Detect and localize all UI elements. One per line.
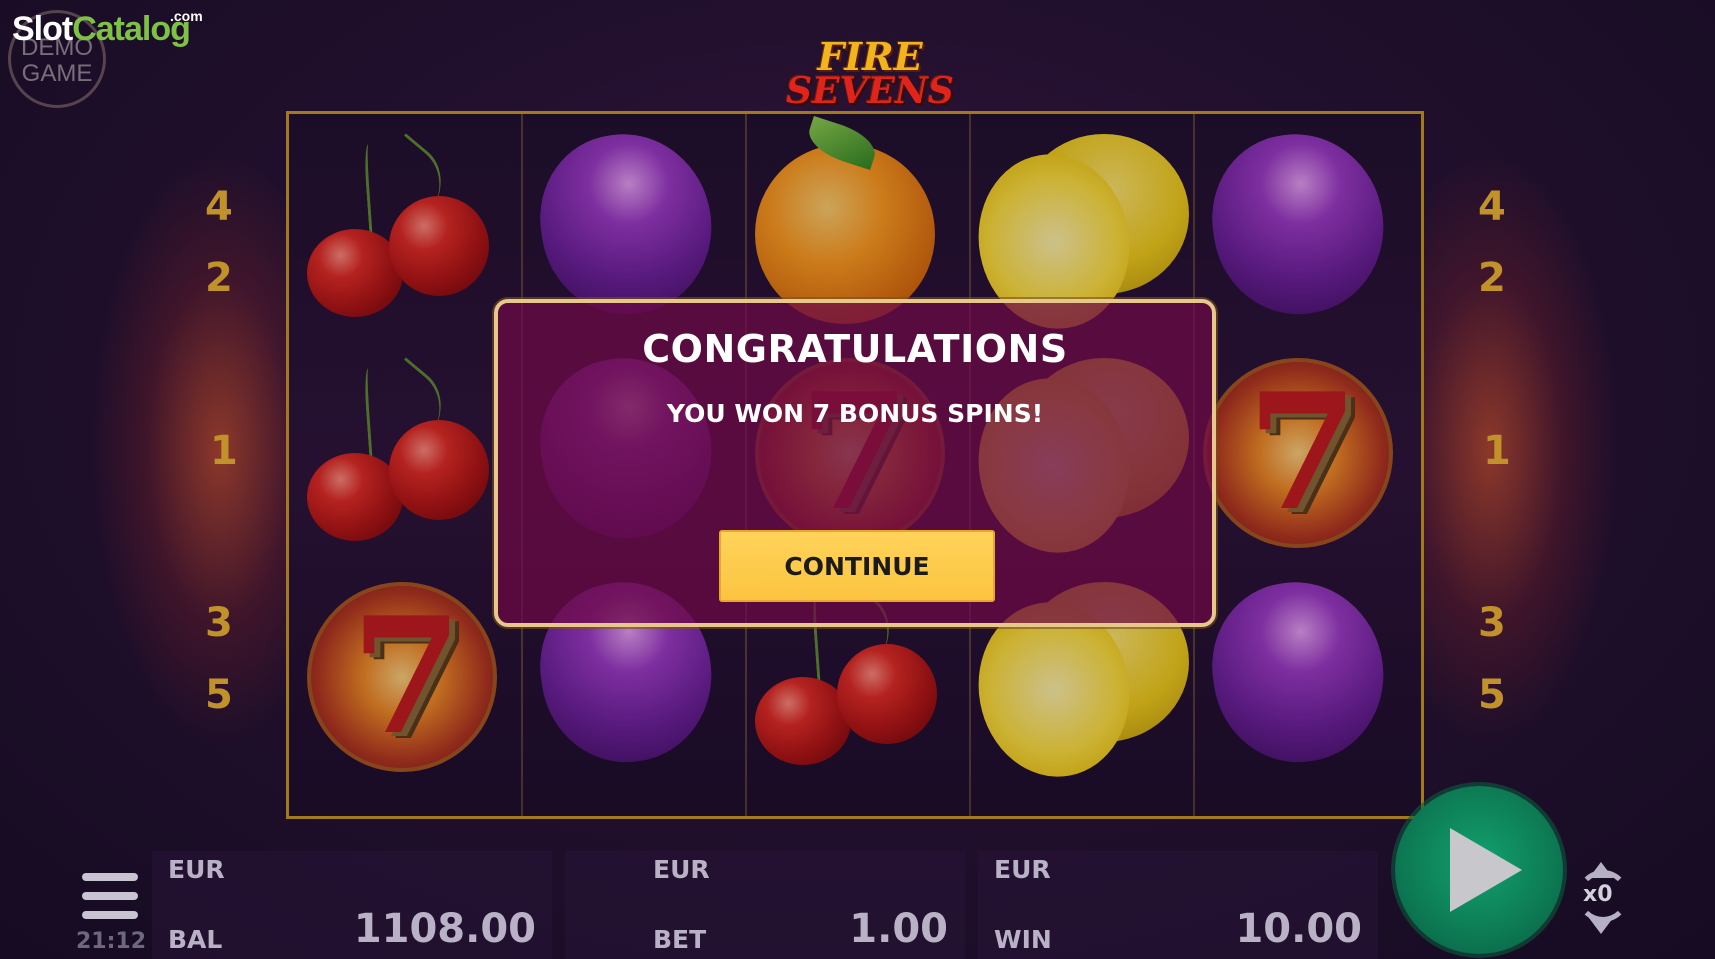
- payline-left-4: 4: [205, 184, 233, 230]
- bet-label[interactable]: BET: [653, 925, 706, 954]
- watermark-slot: Slot: [12, 10, 73, 48]
- game-logo: FIRE SEVENS: [770, 34, 970, 112]
- balance-currency: EUR: [168, 855, 225, 884]
- menu-icon-bar: [82, 873, 138, 881]
- payline-left-3: 3: [205, 600, 233, 646]
- bet-currency: EUR: [653, 855, 710, 884]
- logo-fire: FIRE: [817, 34, 923, 79]
- bonus-win-dialog: CONGRATULATIONS YOU WON 7 BONUS SPINS! C…: [494, 299, 1216, 627]
- dialog-title: CONGRATULATIONS: [642, 327, 1068, 371]
- menu-button[interactable]: [82, 873, 138, 919]
- plum-icon: [1201, 123, 1395, 325]
- dialog-message: YOU WON 7 BONUS SPINS!: [666, 399, 1044, 428]
- plum-icon: [1201, 571, 1395, 773]
- bet-value[interactable]: 1.00: [790, 906, 948, 952]
- balance-label: BAL: [168, 925, 223, 954]
- payline-right-1: 1: [1483, 428, 1511, 474]
- seven-icon: 7: [307, 582, 497, 772]
- continue-button[interactable]: CONTINUE: [719, 530, 995, 602]
- autoplay-arrow-down-icon: [1589, 918, 1613, 934]
- slotcatalog-watermark: SlotCatalog .com: [12, 8, 203, 49]
- win-currency: EUR: [994, 855, 1051, 884]
- win-value: 10.00: [1235, 906, 1362, 952]
- cherry-icon: [307, 133, 497, 324]
- payline-right-2: 2: [1478, 255, 1506, 301]
- menu-icon-bar: [82, 911, 138, 919]
- balance-value: 1108.00: [353, 906, 536, 952]
- play-icon: [1450, 828, 1522, 912]
- watermark-dotcom: .com: [170, 8, 203, 24]
- payline-left-2: 2: [205, 255, 233, 301]
- orange-icon: [755, 116, 935, 324]
- autoplay-button[interactable]: x0: [1573, 862, 1637, 934]
- cherry-icon: [307, 357, 497, 548]
- payline-right-4: 4: [1478, 184, 1506, 230]
- logo-sevens: SEVENS: [786, 70, 954, 112]
- payline-left-5: 5: [205, 672, 233, 718]
- plum-icon: [529, 123, 723, 325]
- autoplay-count: x0: [1583, 882, 1613, 907]
- payline-right-5: 5: [1478, 672, 1506, 718]
- payline-left-1: 1: [210, 428, 238, 474]
- badge-line-2: GAME: [21, 60, 93, 87]
- seven-icon: 7: [1203, 358, 1393, 548]
- menu-icon-bar: [82, 892, 138, 900]
- lemon-icon: [964, 134, 1189, 341]
- payline-right-3: 3: [1478, 600, 1506, 646]
- spin-button[interactable]: [1395, 786, 1563, 954]
- win-label: WIN: [994, 925, 1052, 954]
- clock: 21:12: [76, 929, 147, 954]
